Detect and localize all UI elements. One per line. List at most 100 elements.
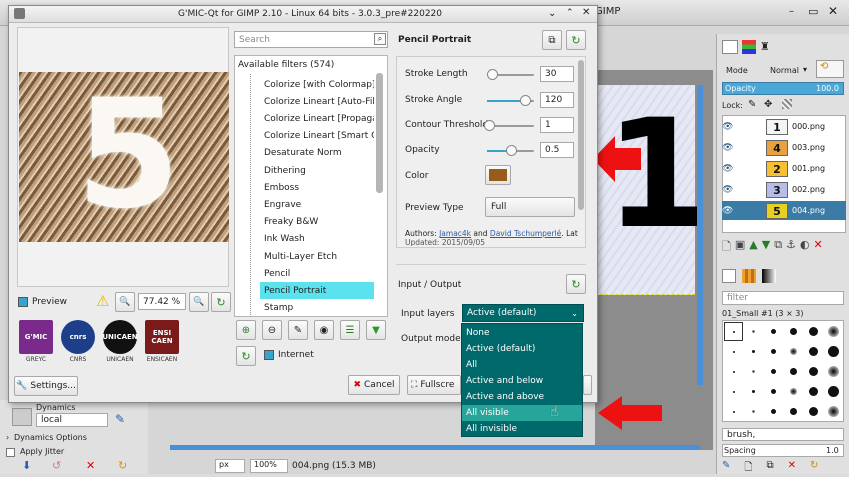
zoom-out-button[interactable]: 🔍: [115, 292, 135, 312]
expand-all-button[interactable]: ☰: [340, 320, 360, 340]
cancel-button[interactable]: ✖ Cancel: [348, 375, 400, 395]
author2-link[interactable]: David Tschumperlé: [490, 229, 561, 238]
dynamics-options-chevron-icon[interactable]: ›: [6, 433, 9, 442]
gmic-minimize-button[interactable]: ⌄: [548, 8, 556, 19]
filter-item[interactable]: Colorize [with Colormap]: [260, 76, 374, 93]
brush-tag-input[interactable]: brush,: [722, 428, 844, 441]
filter-item[interactable]: Freaky B&W: [260, 214, 374, 231]
dropdown-option[interactable]: Active and below: [462, 373, 582, 389]
duplicate-brush-icon[interactable]: ⧉: [766, 460, 773, 474]
mode-reset-icon[interactable]: ⟲: [816, 60, 844, 78]
filter-item[interactable]: Dithering: [260, 162, 374, 179]
dynamics-icon[interactable]: [12, 408, 32, 426]
raise-layer-icon[interactable]: ▲: [749, 238, 757, 256]
dropdown-option[interactable]: None: [462, 325, 582, 341]
filter-item[interactable]: Emboss: [260, 179, 374, 196]
mask-icon[interactable]: ◐: [800, 238, 810, 256]
search-input[interactable]: Search: [234, 31, 388, 48]
filter-item[interactable]: Colorize Lineart [Smart Coloring]: [260, 128, 374, 145]
eye-icon[interactable]: 👁: [722, 185, 740, 195]
visibility-button[interactable]: ◉: [314, 320, 334, 340]
canvas-hscrollbar[interactable]: [170, 445, 700, 450]
contour-threshold-slider[interactable]: [484, 120, 534, 131]
brush-cell[interactable]: [764, 342, 783, 361]
new-layer-icon[interactable]: 🗋: [722, 238, 731, 256]
duplicate-layer-icon[interactable]: ⧉: [774, 238, 782, 256]
zoom-field[interactable]: 77.42 %: [138, 293, 186, 310]
lock-paint-icon[interactable]: ✎: [748, 99, 756, 110]
dropdown-option[interactable]: Active (default): [462, 341, 582, 357]
brush-cell[interactable]: [744, 382, 763, 401]
eye-icon[interactable]: 👁: [722, 122, 740, 132]
brush-cell[interactable]: [744, 322, 763, 341]
filter-item[interactable]: Engrave: [260, 196, 374, 213]
brush-cell[interactable]: [784, 402, 803, 421]
brush-cell[interactable]: [824, 402, 843, 421]
dropdown-option[interactable]: All visible: [462, 405, 582, 421]
brush-cell[interactable]: [764, 322, 783, 341]
brush-cell[interactable]: [744, 342, 763, 361]
brush-cell[interactable]: [744, 362, 763, 381]
filter-item[interactable]: Ink Wash: [260, 231, 374, 248]
brush-cell[interactable]: [804, 342, 823, 361]
brush-cell[interactable]: [724, 382, 743, 401]
zoom-in-button[interactable]: 🔍: [189, 292, 209, 312]
brush-cell[interactable]: [804, 322, 823, 341]
layer-row[interactable]: 👁 5 004.png: [722, 201, 846, 220]
lock-position-icon[interactable]: ✥: [764, 99, 772, 110]
fullscreen-button[interactable]: ⛶ Fullscre: [407, 375, 461, 395]
brush-cell[interactable]: [804, 402, 823, 421]
brushes-tab-icon[interactable]: [722, 269, 736, 283]
layer-row[interactable]: 👁 1 000.png: [722, 117, 846, 136]
internet-checkbox[interactable]: [264, 350, 274, 360]
eye-icon[interactable]: 👁: [722, 164, 740, 174]
brush-cell[interactable]: [724, 402, 743, 421]
brush-cell[interactable]: [824, 362, 843, 381]
paths-tab-icon[interactable]: ♜: [760, 40, 770, 53]
filter-item[interactable]: Colorize Lineart [Auto-Fill]: [260, 93, 374, 110]
dynamics-field[interactable]: local: [36, 413, 108, 427]
collapse-all-button[interactable]: ▼: [366, 320, 386, 340]
delete-brush-icon[interactable]: ✕: [788, 460, 796, 474]
opacity-param-field[interactable]: 0.5: [540, 142, 574, 158]
copy-command-button[interactable]: ⧉: [542, 30, 562, 50]
canvas-vscrollbar[interactable]: [697, 85, 703, 385]
rename-favorite-button[interactable]: ✎: [288, 320, 308, 340]
brush-cell[interactable]: [824, 322, 843, 341]
save-options-icon[interactable]: ⬇: [22, 459, 31, 472]
apply-button-partial[interactable]: [583, 375, 592, 395]
io-reset-button[interactable]: ↻: [566, 274, 586, 294]
filter-scrollbar[interactable]: [376, 73, 383, 193]
color-button[interactable]: [485, 165, 511, 185]
brush-filter-input[interactable]: filter: [722, 291, 844, 305]
edit-brush-icon[interactable]: ✎: [722, 460, 730, 474]
settings-button[interactable]: 🔧 Settings...: [14, 376, 78, 396]
close-button[interactable]: ✕: [828, 4, 842, 18]
brush-cell[interactable]: [764, 402, 783, 421]
dropdown-option[interactable]: All invisible: [462, 421, 582, 437]
update-filters-button[interactable]: ↻: [236, 346, 256, 366]
brush-cell[interactable]: [764, 362, 783, 381]
input-layers-select[interactable]: Active (default) ⌄: [462, 304, 584, 322]
anchor-layer-icon[interactable]: ⚓: [786, 238, 796, 256]
eye-icon[interactable]: 👁: [722, 143, 740, 153]
edit-dynamics-icon[interactable]: ✎: [115, 412, 125, 426]
delete-options-icon[interactable]: ✕: [86, 459, 95, 472]
brush-cell[interactable]: [784, 322, 803, 341]
dynamics-options[interactable]: Dynamics Options: [14, 433, 87, 442]
brush-cell[interactable]: [744, 402, 763, 421]
reset-params-button[interactable]: ↻: [566, 30, 586, 50]
stroke-length-field[interactable]: 30: [540, 66, 574, 82]
filter-item[interactable]: Stamp: [260, 300, 374, 317]
brush-cell[interactable]: [784, 362, 803, 381]
brush-cell[interactable]: [804, 382, 823, 401]
layer-row[interactable]: 👁 3 002.png: [722, 180, 846, 199]
opacity-param-slider[interactable]: [487, 145, 534, 156]
layer-row[interactable]: 👁 2 001.png: [722, 159, 846, 178]
brush-cell[interactable]: [724, 362, 743, 381]
gradients-tab-icon[interactable]: [762, 269, 776, 283]
channels-tab-icon[interactable]: [742, 40, 756, 54]
layers-tab-icon[interactable]: [722, 40, 738, 54]
stroke-length-slider[interactable]: [486, 69, 534, 80]
zoom-reset-button[interactable]: ↻: [211, 292, 231, 312]
